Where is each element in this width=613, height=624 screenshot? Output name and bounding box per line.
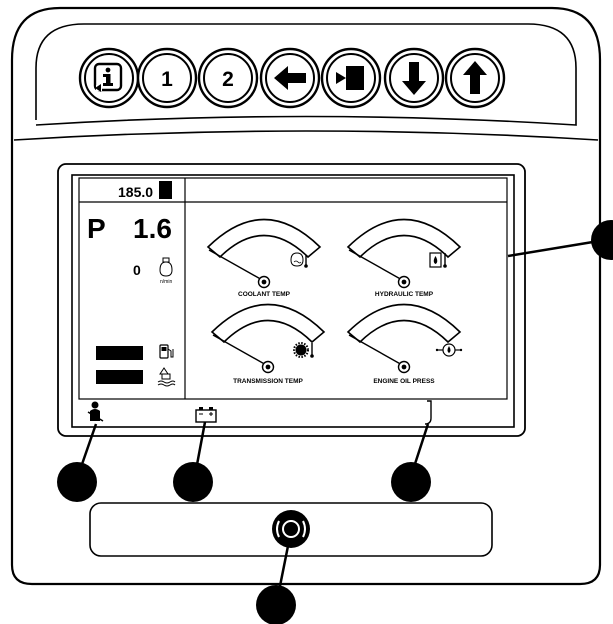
stop-button[interactable] xyxy=(320,47,382,109)
down-arrow-button[interactable] xyxy=(383,47,445,109)
left-arrow-button[interactable] xyxy=(259,47,321,109)
engine-oil-press-label: ENGINE OIL PRESS xyxy=(373,378,435,385)
rpm-unit: n/min xyxy=(160,279,172,285)
def-level-bar xyxy=(96,370,143,384)
hour-meter-indicator xyxy=(159,181,172,199)
callout-marker-battery xyxy=(173,462,213,502)
hydraulic-temp-label: HYDRAULIC TEMP xyxy=(375,291,434,298)
button-2[interactable]: 2 xyxy=(197,47,259,109)
hour-meter-value: 185.0 xyxy=(118,184,153,200)
instrument-panel-diagram: 1 2 185.0 P 1.6 0 n/min COOLANT TEMP HYD… xyxy=(10,6,613,624)
callout-marker-seat-belt xyxy=(57,462,97,502)
callout-marker-brake xyxy=(256,585,296,624)
display-inner-frame xyxy=(78,177,508,400)
button-1[interactable]: 1 xyxy=(136,47,198,109)
button-1-label: 1 xyxy=(161,68,173,91)
brake-indicator-icon xyxy=(272,510,310,548)
gear-indicator: P xyxy=(87,213,106,244)
coolant-temp-label: COOLANT TEMP xyxy=(238,291,291,298)
transmission-temp-label: TRANSMISSION TEMP xyxy=(233,378,303,385)
speed-value: 1.6 xyxy=(133,213,172,244)
rpm-value: 0 xyxy=(133,262,141,278)
fuel-level-bar xyxy=(96,346,143,360)
callout-marker-park-brake xyxy=(391,462,431,502)
button-2-label: 2 xyxy=(222,68,234,91)
up-arrow-button[interactable] xyxy=(444,47,506,109)
info-button[interactable] xyxy=(78,47,140,109)
